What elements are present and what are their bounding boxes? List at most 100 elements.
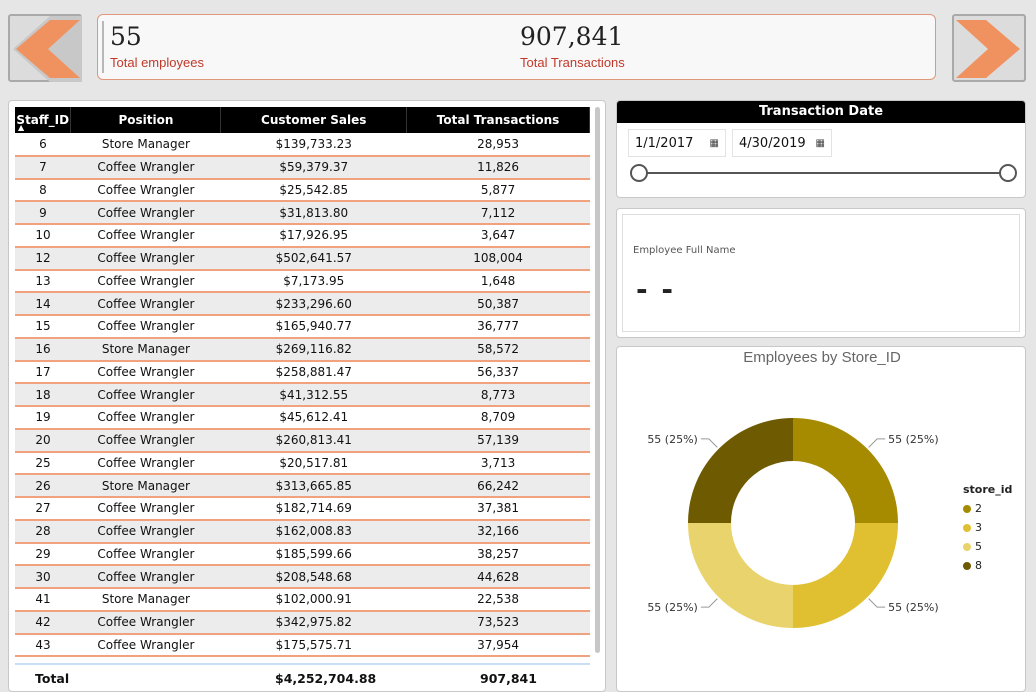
cell-staff-id: 8 — [15, 178, 71, 203]
cell-total-transactions: 36,777 — [406, 315, 590, 339]
cell-staff-id: 29 — [15, 542, 71, 567]
donut-slice-store-2[interactable] — [793, 418, 898, 523]
table-row[interactable]: 26 Store Manager $313,665.85 66,242 — [15, 474, 590, 498]
cell-customer-sales: $175,575.71 — [220, 633, 407, 658]
cell-position: Coffee Wrangler — [70, 246, 221, 271]
table-row[interactable]: 15 Coffee Wrangler $165,940.77 36,777 — [15, 315, 590, 339]
table-row[interactable]: 29 Coffee Wrangler $185,599.66 38,257 — [15, 542, 590, 567]
cell-position: Coffee Wrangler — [70, 497, 221, 521]
donut-slice-store-8[interactable] — [688, 418, 793, 523]
donut-slice-store-3[interactable] — [793, 523, 898, 628]
calendar-icon[interactable]: ▦ — [710, 130, 719, 158]
table-row[interactable]: 30 Coffee Wrangler $208,548.68 44,628 — [15, 565, 590, 589]
employee-name-value: - - — [636, 273, 675, 306]
table-row[interactable]: 42 Coffee Wrangler $342,975.82 73,523 — [15, 610, 590, 635]
cell-total-transactions: 108,004 — [406, 246, 590, 271]
donut-slice-store-5[interactable] — [688, 523, 793, 628]
employee-name-inner: Employee Full Name - - — [622, 214, 1020, 332]
cell-position: Coffee Wrangler — [70, 610, 221, 635]
column-header-customer-sales[interactable]: Customer Sales — [220, 107, 408, 133]
table-row[interactable]: 18 Coffee Wrangler $41,312.55 8,773 — [15, 383, 590, 407]
table-row[interactable]: 12 Coffee Wrangler $502,641.57 108,004 — [15, 246, 590, 271]
legend-label: 8 — [975, 559, 982, 572]
cell-position: Coffee Wrangler — [70, 406, 221, 430]
table-row[interactable]: 14 Coffee Wrangler $233,296.60 50,387 — [15, 292, 590, 316]
kpi-value: 55 — [110, 22, 142, 51]
legend-label: 3 — [975, 521, 982, 534]
cell-position: Coffee Wrangler — [70, 383, 221, 407]
column-header-staff-id[interactable]: Staff_ID ▲ — [15, 107, 72, 133]
slice-data-label: 55 (25%) — [647, 601, 698, 614]
cell-customer-sales: $258,881.47 — [220, 360, 407, 385]
table-row[interactable]: 7 Coffee Wrangler $59,379.37 11,826 — [15, 155, 590, 180]
table-row[interactable]: 25 Coffee Wrangler $20,517.81 3,713 — [15, 451, 590, 476]
cell-customer-sales: $502,641.57 — [220, 246, 407, 271]
table-row[interactable]: 8 Coffee Wrangler $25,542.85 5,877 — [15, 178, 590, 203]
kpi-total-transactions: 907,841 Total Transactions — [520, 19, 625, 70]
end-date-input[interactable]: 4/30/2019 ▦ — [732, 129, 832, 157]
employee-name-label: Employee Full Name — [633, 245, 736, 256]
cell-total-transactions: 58,572 — [406, 337, 590, 362]
table-row[interactable]: 43 Coffee Wrangler $175,575.71 37,954 — [15, 633, 590, 658]
cell-position: Coffee Wrangler — [70, 224, 221, 248]
calendar-icon[interactable]: ▦ — [816, 130, 825, 158]
start-date-input[interactable]: 1/1/2017 ▦ — [628, 129, 726, 157]
cell-staff-id: 12 — [15, 246, 71, 271]
cell-position: Coffee Wrangler — [70, 565, 221, 589]
table-row[interactable]: 16 Store Manager $269,116.82 58,572 — [15, 337, 590, 362]
cell-position: Coffee Wrangler — [70, 360, 221, 385]
cell-total-transactions: 28,953 — [406, 133, 590, 157]
cell-position: Coffee Wrangler — [70, 292, 221, 316]
date-range-end-handle[interactable] — [999, 164, 1017, 182]
cell-total-transactions: 66,242 — [406, 474, 590, 498]
column-header-total-transactions[interactable]: Total Transactions — [406, 107, 590, 133]
table-row[interactable]: 9 Coffee Wrangler $31,813.80 7,112 — [15, 201, 590, 225]
kpi-accent-bar — [102, 21, 104, 73]
kpi-label: Total employees — [110, 55, 204, 70]
cell-customer-sales: $20,517.81 — [220, 451, 407, 476]
previous-page-button[interactable] — [8, 14, 82, 82]
table-row[interactable]: 6 Store Manager $139,733.23 28,953 — [15, 133, 590, 157]
cell-total-transactions: 1,648 — [406, 269, 590, 294]
date-range-start-handle[interactable] — [630, 164, 648, 182]
legend-item-store-8[interactable]: 8 — [963, 556, 1012, 575]
cell-total-transactions: 3,647 — [406, 224, 590, 248]
kpi-value: 907,841 — [520, 22, 624, 51]
cell-staff-id: 27 — [15, 497, 71, 521]
cell-total-transactions: 37,381 — [406, 497, 590, 521]
table-row[interactable]: 41 Store Manager $102,000.91 22,538 — [15, 588, 590, 612]
next-page-button[interactable] — [952, 14, 1026, 82]
table-scrollbar[interactable] — [595, 107, 600, 653]
table-row[interactable]: 13 Coffee Wrangler $7,173.95 1,648 — [15, 269, 590, 294]
legend-item-store-2[interactable]: 2 — [963, 499, 1012, 518]
cell-customer-sales: $269,116.82 — [220, 337, 407, 362]
employees-by-store-chart: Employees by Store_ID 55 (25%) 55 (25%) 55… — [616, 346, 1026, 692]
slice-leader-line — [868, 598, 886, 608]
cell-customer-sales: $182,714.69 — [220, 497, 407, 521]
cell-customer-sales: $185,599.66 — [220, 542, 407, 567]
cell-total-transactions: 44,628 — [406, 565, 590, 589]
cell-staff-id: 6 — [15, 133, 71, 157]
cell-customer-sales: $25,542.85 — [220, 178, 407, 203]
cell-customer-sales: $208,548.68 — [220, 565, 407, 589]
cell-position: Coffee Wrangler — [70, 155, 221, 180]
table-row[interactable]: 19 Coffee Wrangler $45,612.41 8,709 — [15, 406, 590, 430]
table-row[interactable]: 10 Coffee Wrangler $17,926.95 3,647 — [15, 224, 590, 248]
legend-item-store-5[interactable]: 5 — [963, 537, 1012, 556]
legend-label: 2 — [975, 502, 982, 515]
cell-staff-id: 17 — [15, 360, 71, 385]
cell-customer-sales: $165,940.77 — [220, 315, 407, 339]
table-row[interactable]: 20 Coffee Wrangler $260,813.41 57,139 — [15, 428, 590, 453]
cell-total-transactions: 73,523 — [406, 610, 590, 635]
cell-customer-sales: $102,000.91 — [220, 588, 407, 612]
table-row[interactable]: 27 Coffee Wrangler $182,714.69 37,381 — [15, 497, 590, 521]
cell-customer-sales: $45,612.41 — [220, 406, 407, 430]
cell-staff-id: 26 — [15, 474, 71, 498]
cell-staff-id: 43 — [15, 633, 71, 658]
table-row[interactable]: 17 Coffee Wrangler $258,881.47 56,337 — [15, 360, 590, 385]
staff-table-panel: Staff_ID ▲ Position Customer Sales Total… — [8, 100, 606, 692]
column-header-position[interactable]: Position — [70, 107, 222, 133]
table-row[interactable]: 28 Coffee Wrangler $162,008.83 32,166 — [15, 519, 590, 544]
cell-total-transactions: 57,139 — [406, 428, 590, 453]
legend-item-store-3[interactable]: 3 — [963, 518, 1012, 537]
